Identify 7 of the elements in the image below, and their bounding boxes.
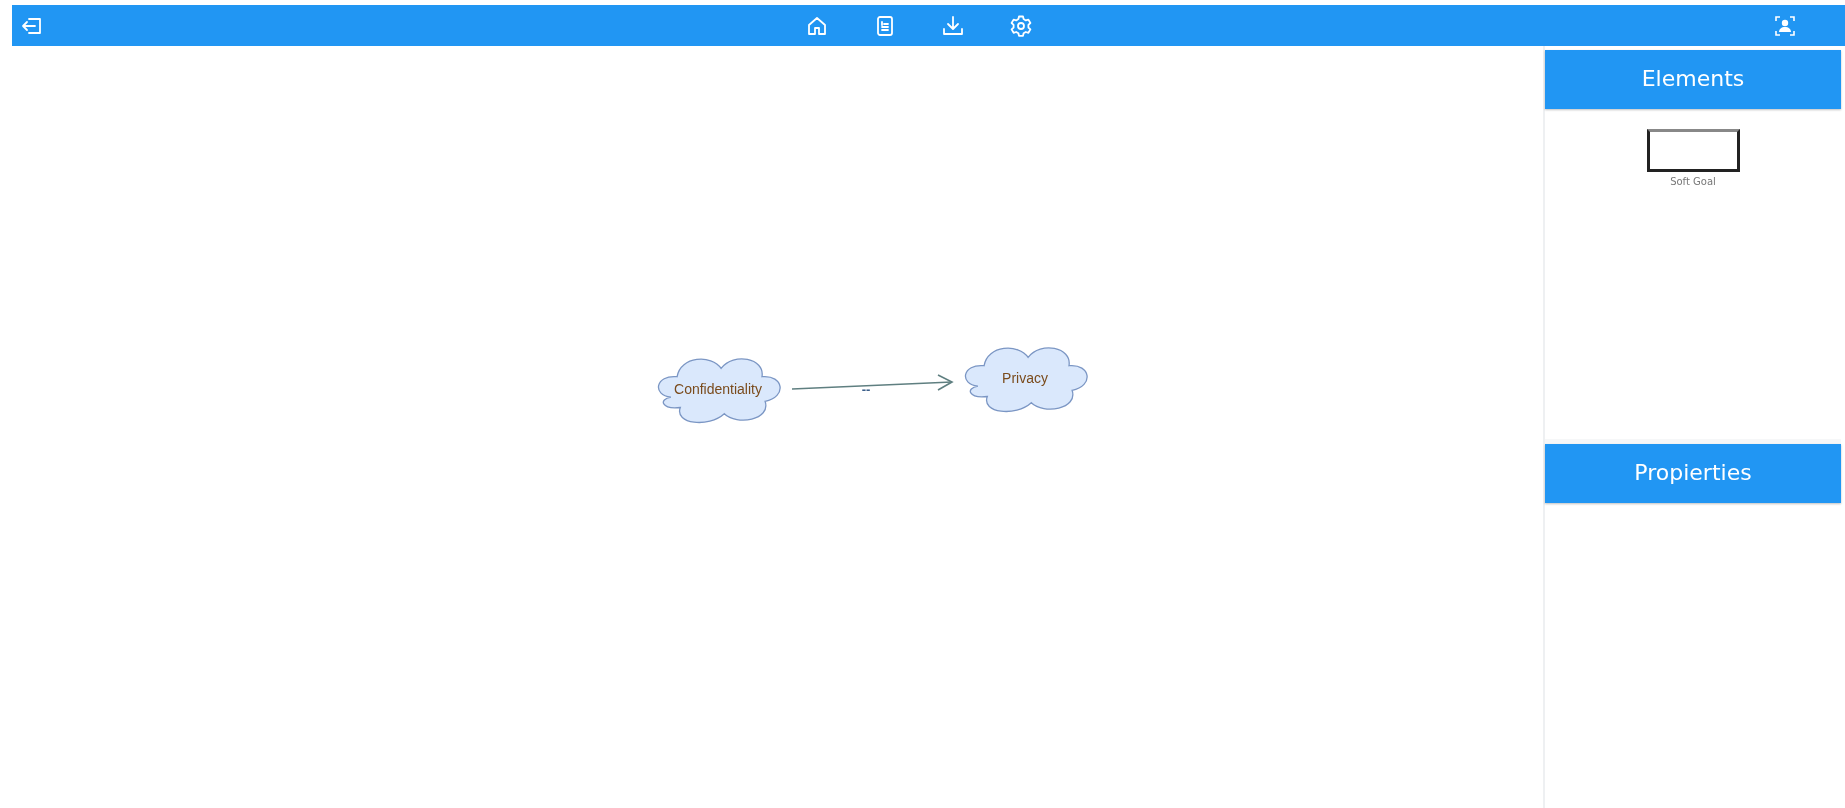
softgoal-thumbnail[interactable]	[1646, 129, 1740, 172]
panel-title: Elements	[1545, 50, 1841, 109]
palette-label: Soft Goal	[1670, 175, 1716, 189]
node-label: Privacy	[1002, 370, 1048, 386]
panel-title: Propierties	[1545, 444, 1841, 503]
link-label: --	[861, 381, 871, 397]
node-label: Confidentiality	[674, 381, 762, 397]
